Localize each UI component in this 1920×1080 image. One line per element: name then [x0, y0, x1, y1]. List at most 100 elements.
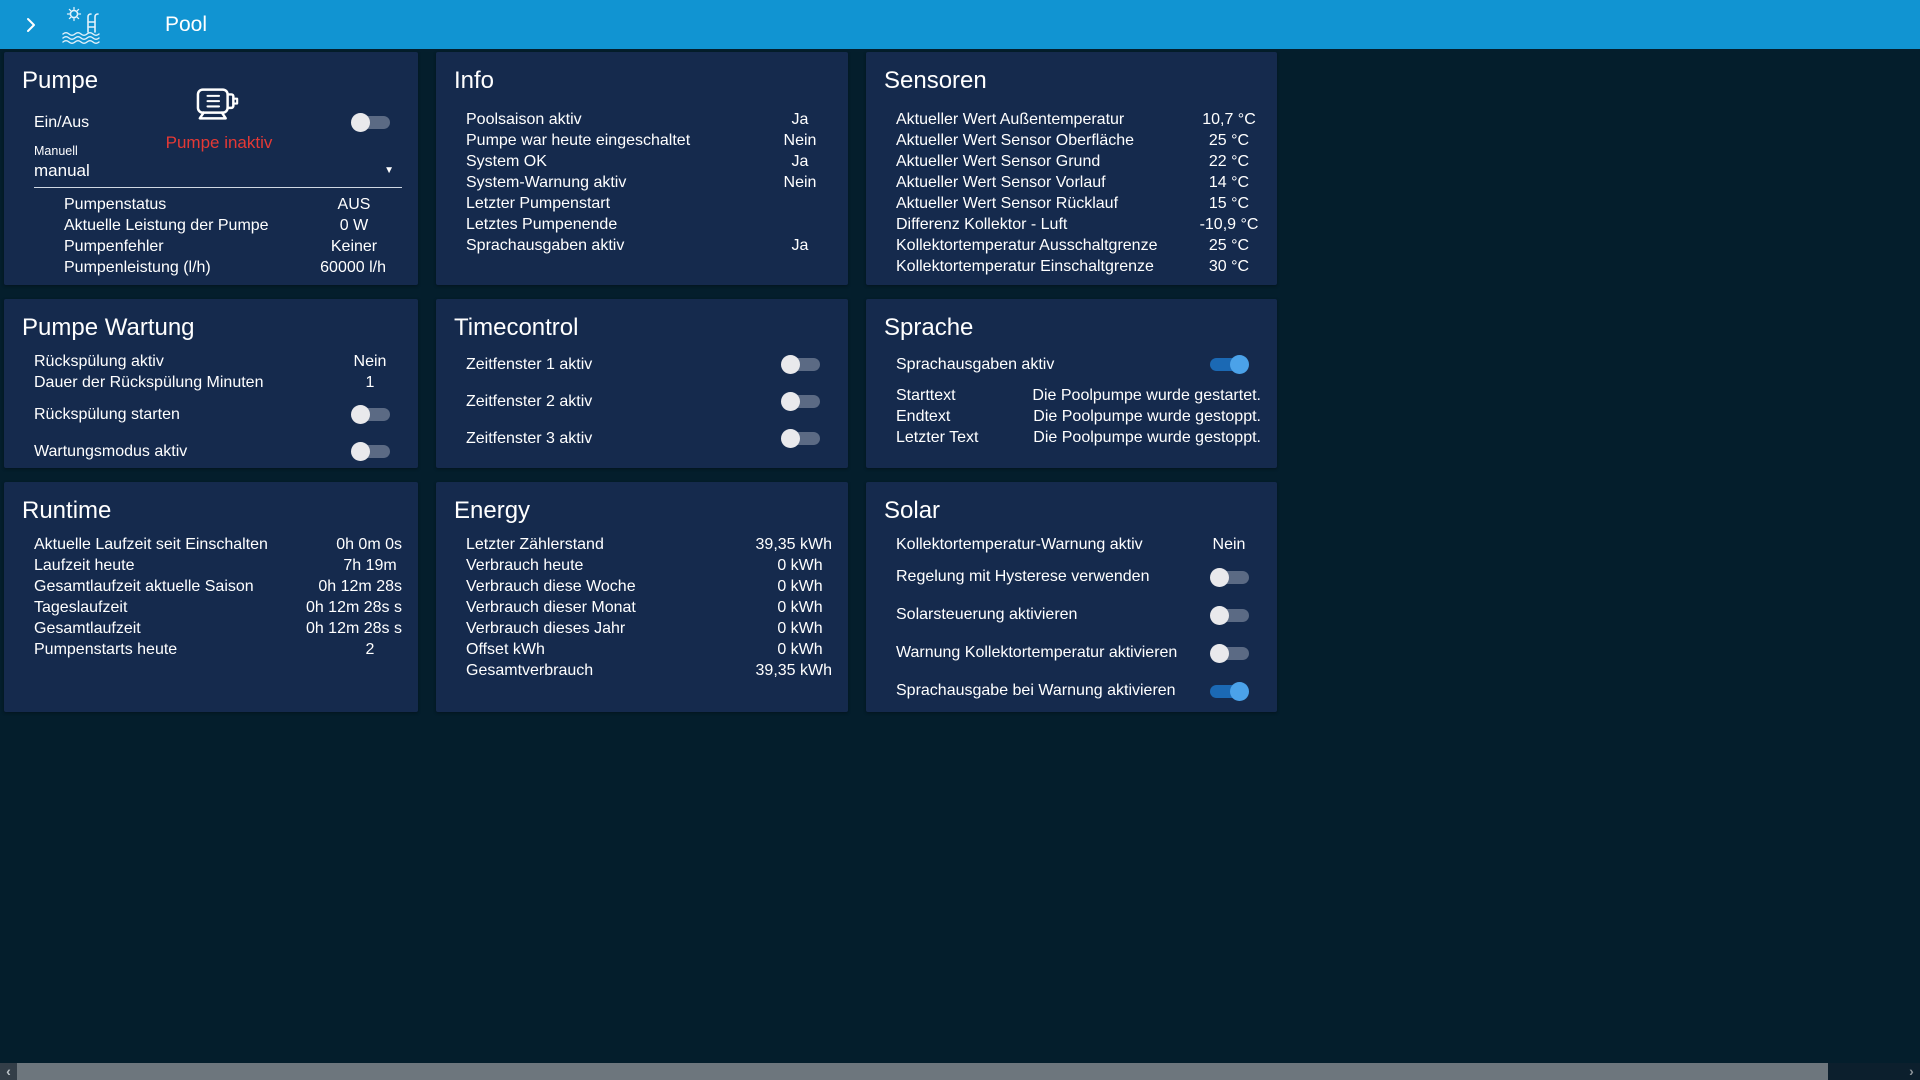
card-pumpe-wartung: Pumpe Wartung Rückspülung aktiv Nein Dau… — [4, 299, 418, 468]
toggle-cell — [1197, 568, 1261, 587]
row-label: Zeitfenster 1 aktiv — [466, 356, 592, 374]
collector-warning-toggle[interactable] — [1210, 644, 1249, 663]
toggle-row: Sprachausgabe bei Warnung aktivieren — [896, 672, 1261, 710]
table-row: Pumpenstatus AUS — [64, 194, 386, 215]
row-label: Verbrauch diese Woche — [466, 576, 636, 597]
row-value: 60000 l/h — [320, 257, 386, 278]
row-label: Sprachausgaben aktiv — [466, 235, 624, 256]
row-value: 30 °C — [1197, 256, 1261, 277]
mode-label: Manuell — [34, 145, 402, 158]
row-label: Pumpe war heute eingeschaltet — [466, 130, 690, 151]
table-row: Endtext Die Poolpumpe wurde gestoppt. — [896, 406, 1261, 427]
table-row: Aktueller Wert Sensor Vorlauf 14 °C — [896, 172, 1261, 193]
speech-output-toggle[interactable] — [1210, 355, 1249, 374]
wartung-rows: Rückspülung aktiv Nein Dauer der Rückspü… — [34, 351, 402, 393]
toggle-knob — [351, 442, 370, 461]
card-title: Sprache — [866, 299, 1277, 343]
table-row: Gesamtlaufzeit 0h 12m 28s s — [34, 618, 402, 639]
timeslot-3-toggle[interactable] — [781, 429, 820, 448]
toggle-row: Zeitfenster 2 aktiv — [466, 383, 832, 420]
row-value: 0 W — [322, 215, 386, 236]
dashboard: Pumpe Pumpe inaktiv Ein/Aus — [4, 52, 1277, 712]
pump-power-toggle[interactable] — [351, 113, 390, 132]
table-row: Pumpe war heute eingeschaltet Nein — [466, 130, 832, 151]
warning-speech-toggle[interactable] — [1210, 682, 1249, 701]
row-label: Zeitfenster 3 aktiv — [466, 430, 592, 448]
horizontal-scrollbar[interactable]: ‹ › — [0, 1063, 1920, 1080]
row-label: Sprachausgaben aktiv — [896, 356, 1054, 374]
card-runtime: Runtime Aktuelle Laufzeit seit Einschalt… — [4, 482, 418, 712]
table-row: Gesamtverbrauch 39,35 kWh — [466, 660, 832, 681]
row-value: Ja — [768, 235, 832, 256]
row-label: Gesamtverbrauch — [466, 660, 593, 681]
row-value: 14 °C — [1197, 172, 1261, 193]
row-value: 0 kWh — [768, 597, 832, 618]
backwash-start-toggle[interactable] — [351, 405, 390, 424]
scroll-left-arrow-icon: ‹ — [6, 1063, 11, 1080]
row-value: 0 kWh — [768, 555, 832, 576]
toggle-knob — [1210, 606, 1229, 625]
toggle-cell — [1197, 682, 1261, 701]
table-row: Verbrauch heute 0 kWh — [466, 555, 832, 576]
table-row: Differenz Kollektor - Luft -10,9 °C — [896, 214, 1261, 235]
table-row: Tageslaufzeit 0h 12m 28s s — [34, 597, 402, 618]
sprache-rows: Starttext Die Poolpumpe wurde gestartet.… — [896, 385, 1261, 448]
row-label: Aktuelle Leistung der Pumpe — [64, 215, 269, 236]
table-row: Verbrauch dieses Jahr 0 kWh — [466, 618, 832, 639]
card-energy: Energy Letzter Zählerstand 39,35 kWh Ver… — [436, 482, 848, 712]
row-label: Kollektortemperatur-Warnung aktiv — [896, 534, 1143, 555]
row-label: Verbrauch dieser Monat — [466, 597, 636, 618]
row-label: Pumpenfehler — [64, 236, 164, 257]
scroll-right-button[interactable]: › — [1903, 1063, 1920, 1080]
card-title: Energy — [436, 482, 848, 526]
pump-mode-select[interactable]: manual ▼ — [34, 160, 402, 188]
row-value: Ja — [768, 109, 832, 130]
toggle-row: Warnung Kollektortemperatur aktivieren — [896, 634, 1261, 672]
table-row: Poolsaison aktiv Ja — [466, 109, 832, 130]
table-row: Aktueller Wert Außentemperatur 10,7 °C — [896, 109, 1261, 130]
solar-control-toggle[interactable] — [1210, 606, 1249, 625]
row-value: 0 kWh — [768, 618, 832, 639]
pump-controls: Ein/Aus Manuell manual ▼ Pumpenstatus AU… — [34, 112, 402, 278]
timeslot-1-toggle[interactable] — [781, 355, 820, 374]
row-value: 15 °C — [1197, 193, 1261, 214]
toggle-row: Zeitfenster 1 aktiv — [466, 346, 832, 383]
row-value: Nein — [1197, 534, 1261, 555]
row-value: Die Poolpumpe wurde gestoppt. — [1033, 427, 1261, 448]
table-row: Offset kWh 0 kWh — [466, 639, 832, 660]
hysteresis-toggle[interactable] — [1210, 568, 1249, 587]
sidebar-open-chevron-icon[interactable] — [23, 16, 39, 34]
maintenance-mode-toggle[interactable] — [351, 442, 390, 461]
row-label: Aktueller Wert Sensor Grund — [896, 151, 1100, 172]
pump-info-rows: Pumpenstatus AUS Aktuelle Leistung der P… — [64, 194, 386, 278]
toggle-cell — [1197, 355, 1261, 374]
table-row: Aktuelle Leistung der Pumpe 0 W — [64, 215, 386, 236]
row-value: 0h 12m 28s — [318, 576, 402, 597]
scrollbar-thumb[interactable] — [17, 1063, 1828, 1080]
toggle-cell — [1197, 644, 1261, 663]
sensor-rows: Aktueller Wert Außentemperatur 10,7 °C A… — [896, 109, 1261, 277]
card-title: Info — [436, 52, 848, 96]
scroll-left-button[interactable]: ‹ — [0, 1063, 17, 1080]
timeslot-2-toggle[interactable] — [781, 392, 820, 411]
row-value: Die Poolpumpe wurde gestoppt. — [1033, 406, 1261, 427]
row-label: Differenz Kollektor - Luft — [896, 214, 1067, 235]
row-value: Die Poolpumpe wurde gestartet. — [1032, 385, 1261, 406]
toggle-cell — [338, 442, 402, 461]
card-title: Pumpe — [4, 52, 418, 96]
row-label: Kollektortemperatur Ausschaltgrenze — [896, 235, 1157, 256]
row-label: Gesamtlaufzeit aktuelle Saison — [34, 576, 254, 597]
solar-rows: Kollektortemperatur-Warnung aktiv Nein — [896, 534, 1261, 555]
card-title: Solar — [866, 482, 1277, 526]
row-label: Verbrauch dieses Jahr — [466, 618, 625, 639]
row-label: Solarsteuerung aktivieren — [896, 606, 1077, 624]
toggle-row: Sprachausgaben aktiv — [896, 346, 1261, 383]
table-row: Letzter Text Die Poolpumpe wurde gestopp… — [896, 427, 1261, 448]
table-row: Gesamtlaufzeit aktuelle Saison 0h 12m 28… — [34, 576, 402, 597]
row-label: Starttext — [896, 385, 956, 406]
row-label: Aktueller Wert Sensor Oberfläche — [896, 130, 1134, 151]
row-label: Laufzeit heute — [34, 555, 135, 576]
table-row: Kollektortemperatur Einschaltgrenze 30 °… — [896, 256, 1261, 277]
row-label: Letzter Zählerstand — [466, 534, 604, 555]
table-row: System OK Ja — [466, 151, 832, 172]
